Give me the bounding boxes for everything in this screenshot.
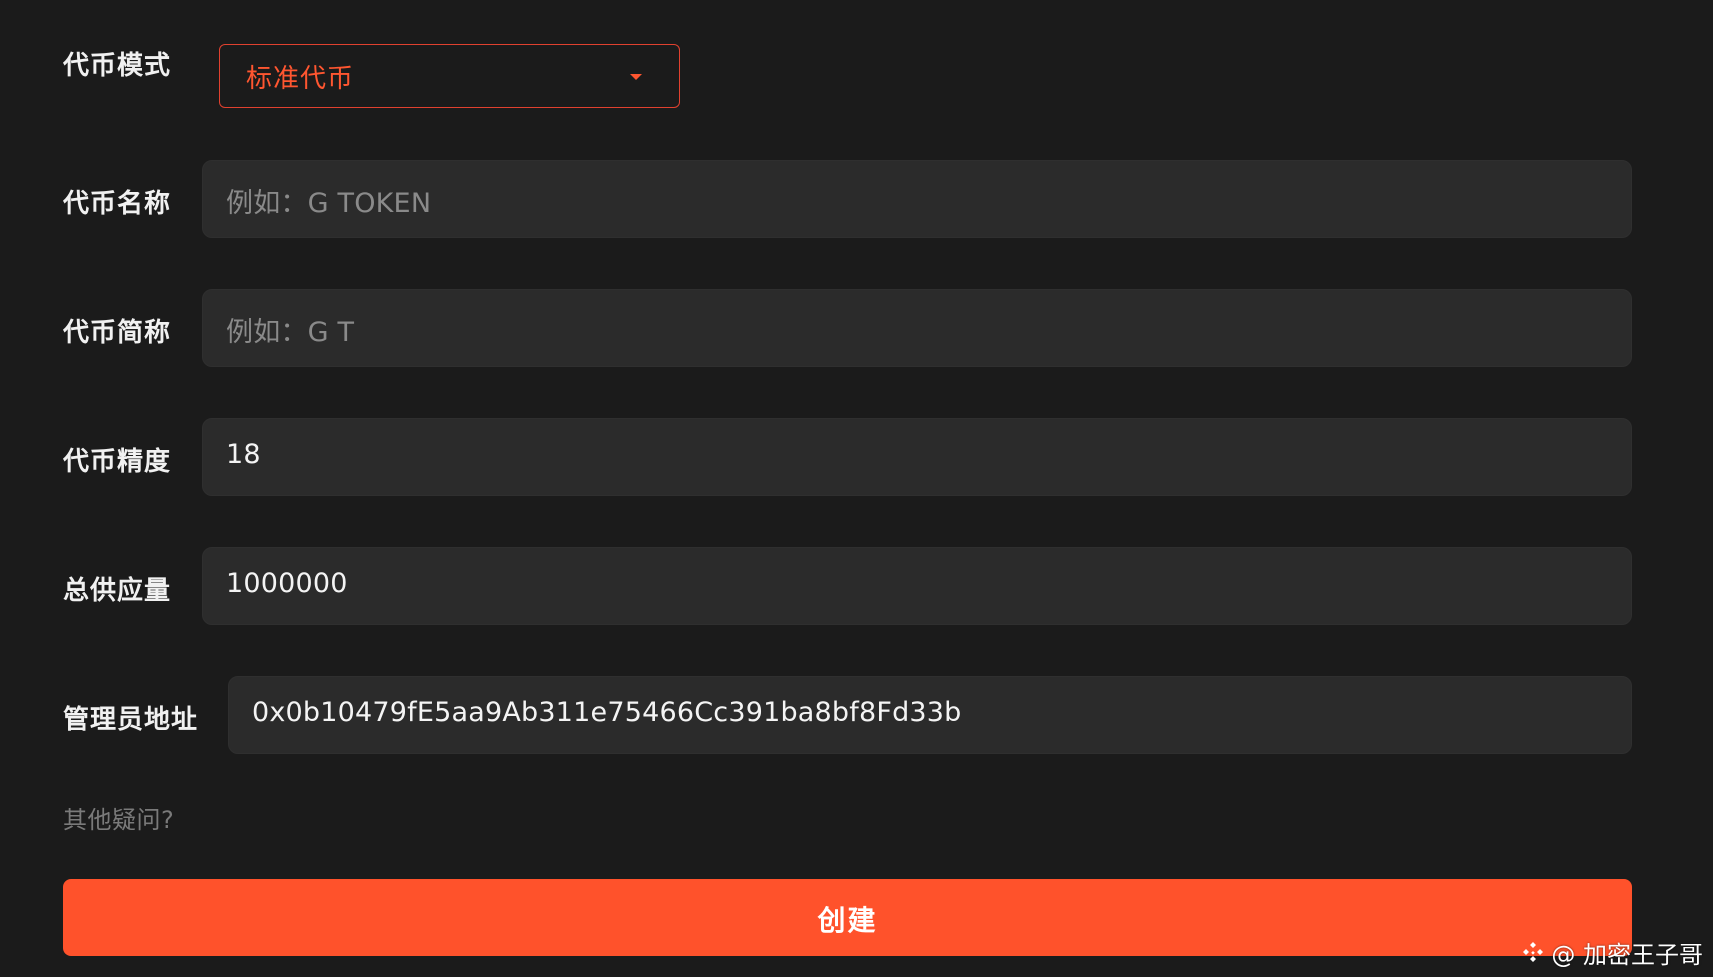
admin-address-label: 管理员地址 <box>63 705 199 735</box>
admin-address-input[interactable]: 0x0b10479fE5aa9Ab311e75466Cc391ba8bf8Fd3… <box>228 676 1632 754</box>
admin-address-value: 0x0b10479fE5aa9Ab311e75466Cc391ba8bf8Fd3… <box>252 697 962 728</box>
faq-link[interactable]: 其他疑问? <box>63 800 174 835</box>
watermark: @ 加密王子哥 <box>1521 935 1703 969</box>
total-supply-label: 总供应量 <box>63 576 172 606</box>
token-name-input[interactable]: 例如：G TOKEN <box>202 160 1632 238</box>
create-button[interactable]: 创建 <box>63 879 1632 956</box>
create-button-label: 创建 <box>817 904 878 937</box>
binance-icon <box>1523 942 1544 962</box>
token-name-placeholder: 例如：G TOKEN <box>226 188 432 219</box>
token-symbol-label: 代币简称 <box>63 318 172 348</box>
token-creation-page: 代币模式 标准代币 代币名称 例如：G TOKEN 代币简称 例如：G T 代币… <box>0 0 1713 977</box>
token-decimals-value: 18 <box>226 439 261 470</box>
token-name-label: 代币名称 <box>63 189 172 219</box>
token-mode-label: 代币模式 <box>63 51 172 81</box>
chevron-down-icon[interactable] <box>630 74 642 80</box>
watermark-text: @ 加密王子哥 <box>1551 940 1703 969</box>
token-decimals-label: 代币精度 <box>63 447 172 477</box>
token-symbol-input[interactable]: 例如：G T <box>202 289 1632 367</box>
total-supply-input[interactable]: 1000000 <box>202 547 1632 625</box>
token-mode-selected-value: 标准代币 <box>246 64 355 94</box>
token-mode-select[interactable]: 标准代币 <box>219 44 680 108</box>
token-symbol-placeholder: 例如：G T <box>226 317 355 348</box>
token-decimals-input[interactable]: 18 <box>202 418 1632 496</box>
total-supply-value: 1000000 <box>226 568 348 599</box>
